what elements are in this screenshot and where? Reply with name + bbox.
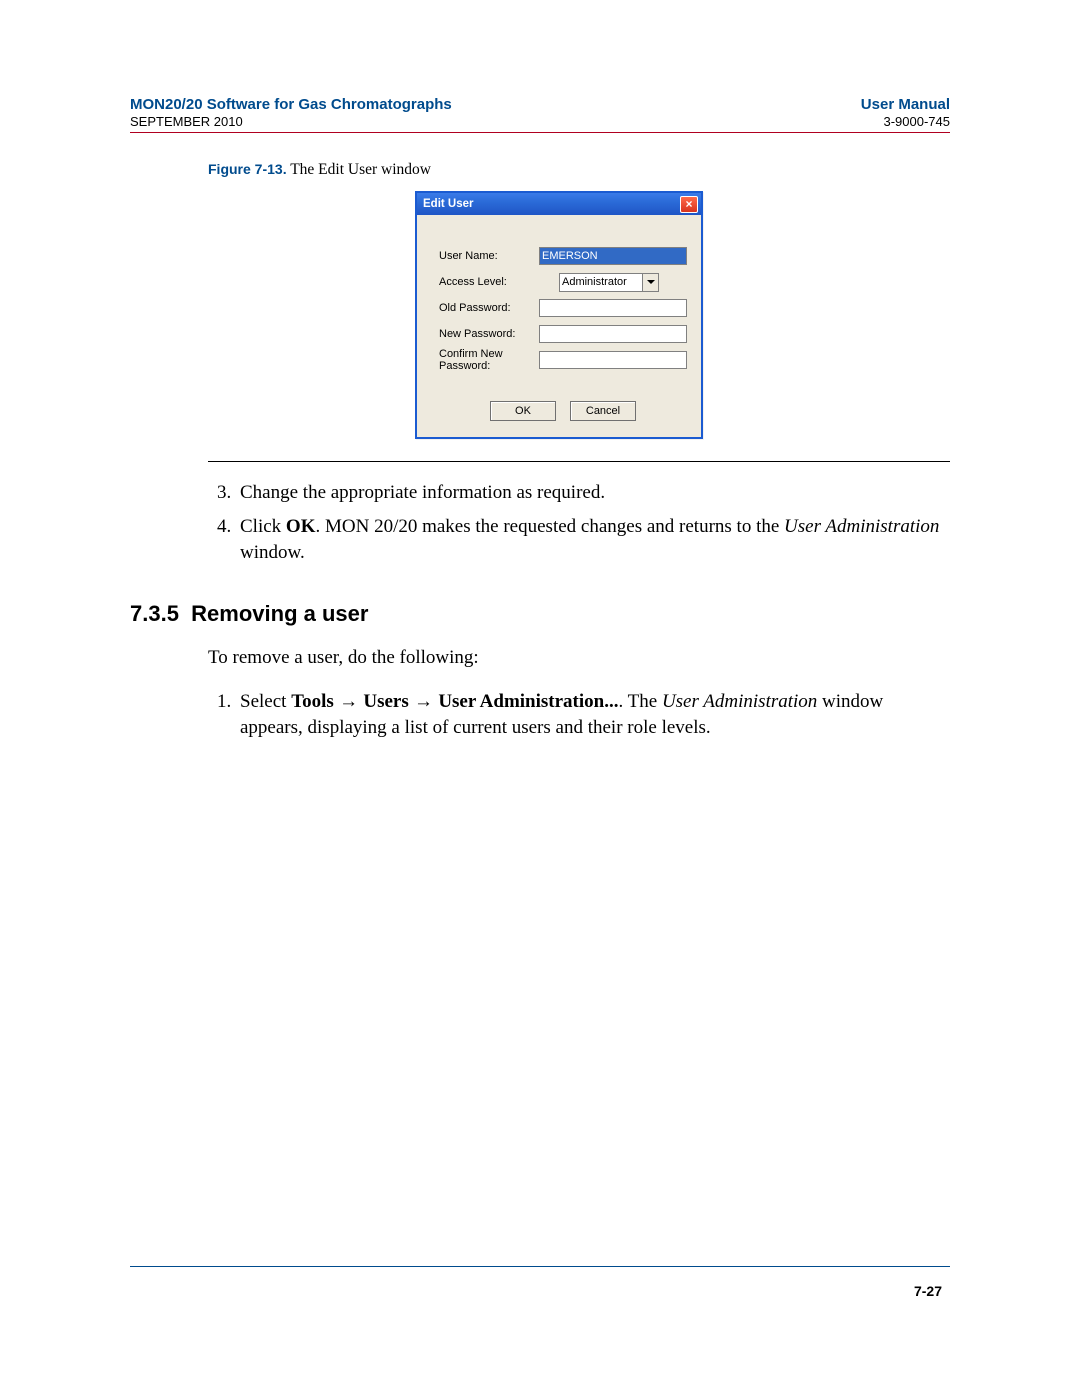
section-heading: 7.3.5 Removing a user — [130, 601, 950, 627]
header-date: SEPTEMBER 2010 — [130, 114, 243, 129]
footer-rule — [130, 1266, 950, 1267]
old-password-label: Old Password: — [439, 302, 539, 314]
dialog-titlebar: Edit User × — [417, 193, 701, 215]
cancel-button[interactable]: Cancel — [570, 401, 636, 421]
steps-continued: Change the appropriate information as re… — [208, 480, 950, 567]
user-admin-italic: User Administration — [784, 516, 939, 537]
step-1-remove: Select Tools → Users → User Administrati… — [236, 689, 950, 741]
access-level-select[interactable]: Administrator — [559, 273, 659, 292]
header-docnum: 3-9000-745 — [884, 114, 951, 129]
header-rule — [130, 132, 950, 133]
section-intro: To remove a user, do the following: — [208, 647, 950, 669]
figure-label: Figure 7-13. — [208, 161, 287, 177]
figure-text: The Edit User window — [290, 161, 431, 178]
menu-tools: Tools — [291, 691, 334, 712]
username-input[interactable] — [539, 247, 687, 265]
close-button[interactable]: × — [680, 196, 698, 213]
username-label: User Name: — [439, 250, 539, 262]
section-title: Removing a user — [191, 601, 368, 626]
ok-button[interactable]: OK — [490, 401, 556, 421]
old-password-input[interactable] — [539, 299, 687, 317]
arrow-icon: → — [334, 691, 364, 712]
menu-users: Users — [363, 691, 408, 712]
separator-rule — [208, 461, 950, 462]
dropdown-arrow-icon — [642, 274, 658, 291]
dialog-title: Edit User — [423, 198, 474, 210]
close-icon: × — [685, 198, 692, 210]
step-4: Click OK. MON 20/20 makes the requested … — [236, 514, 950, 566]
ok-text: OK — [286, 516, 316, 537]
confirm-password-input[interactable] — [539, 351, 687, 369]
new-password-input[interactable] — [539, 325, 687, 343]
arrow-icon: → — [409, 691, 439, 712]
new-password-label: New Password: — [439, 328, 539, 340]
figure-caption: Figure 7-13. The Edit User window — [208, 161, 950, 179]
step-3: Change the appropriate information as re… — [236, 480, 950, 506]
header-title: MON20/20 Software for Gas Chromatographs — [130, 96, 452, 113]
steps-remove: Select Tools → Users → User Administrati… — [208, 689, 950, 741]
menu-user-admin: User Administration... — [438, 691, 618, 712]
access-level-label: Access Level: — [439, 276, 559, 288]
confirm-password-label: Confirm New Password: — [439, 348, 539, 372]
page-number: 7-27 — [914, 1283, 942, 1299]
user-admin-window-italic: User Administration — [662, 691, 817, 712]
section-number: 7.3.5 — [130, 601, 179, 626]
edit-user-dialog: Edit User × User Name: Access Level: Adm… — [415, 191, 703, 439]
access-level-value: Administrator — [560, 274, 642, 291]
header-manual: User Manual — [861, 96, 950, 113]
